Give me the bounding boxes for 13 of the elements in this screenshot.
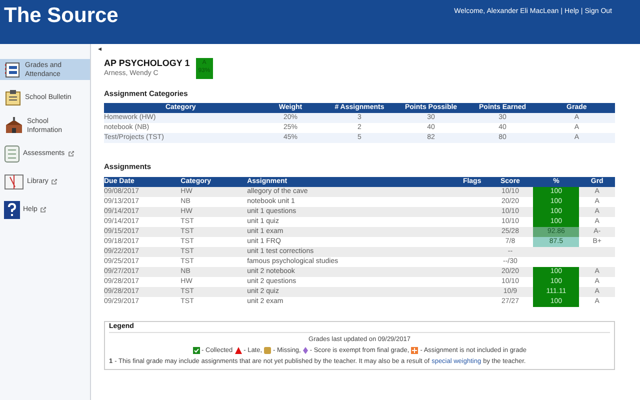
school-building-icon [4, 116, 24, 134]
checklist-icon [4, 144, 20, 162]
course-title: AP PSYCHOLOGY 1 [104, 58, 190, 69]
asterisk-icon [411, 347, 418, 354]
notepad-icon [4, 88, 22, 106]
warning-triangle-icon [234, 347, 242, 354]
checkmark-icon [192, 347, 200, 354]
question-mark-icon [4, 200, 20, 218]
square-icon [264, 347, 272, 354]
book-icon [4, 172, 24, 190]
site-title: The Source [3, 3, 118, 29]
gradebook-icon [4, 60, 22, 78]
diamond-icon [302, 347, 308, 354]
